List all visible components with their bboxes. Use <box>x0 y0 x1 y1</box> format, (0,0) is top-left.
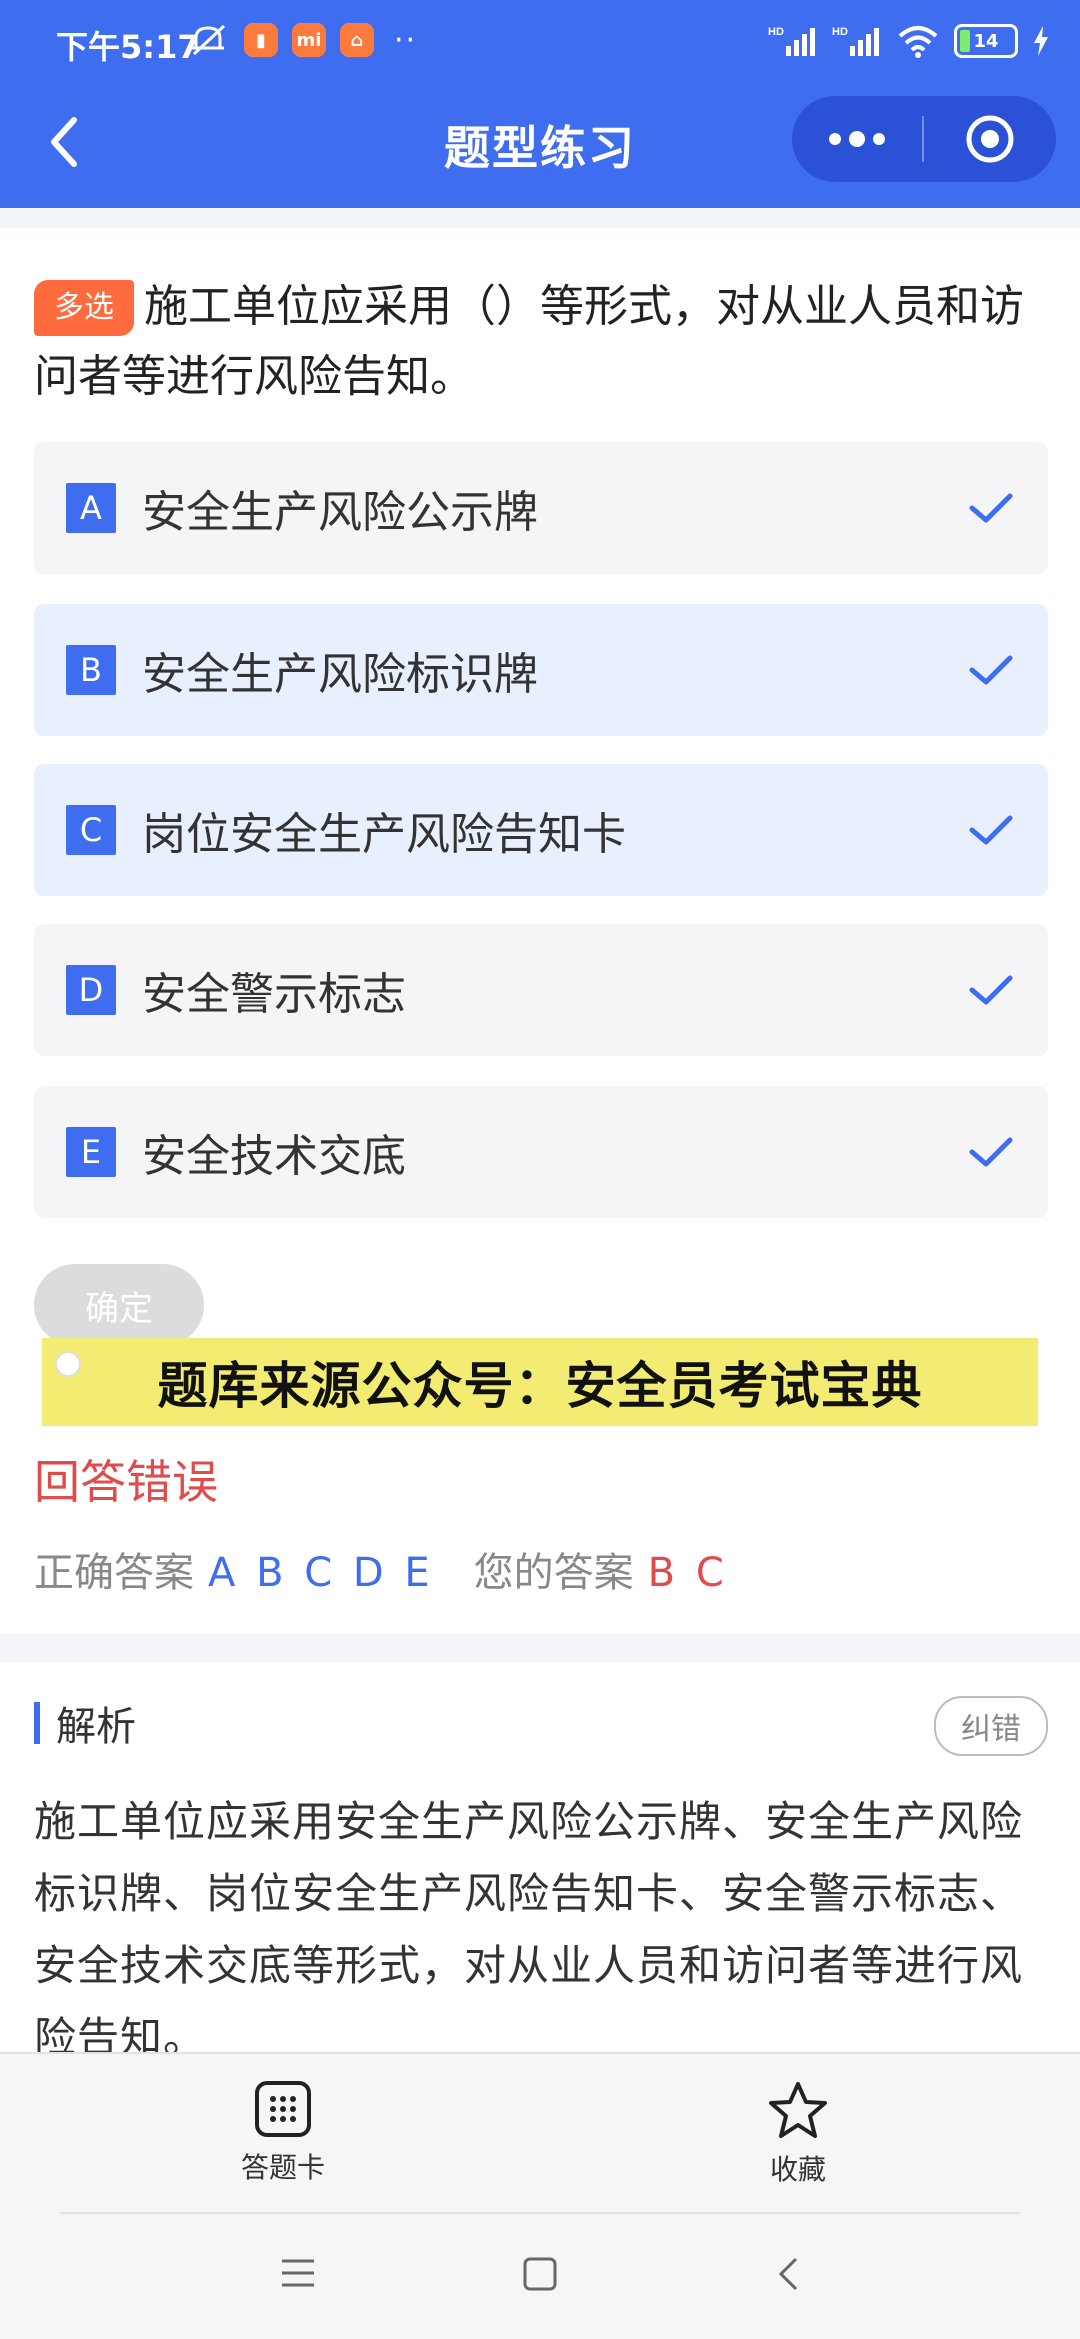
analysis-title: 解析 <box>56 1704 136 1750</box>
option-text: 岗位安全生产风险告知卡 <box>142 809 626 860</box>
analysis-card: 解析 纠错 施工单位应采用安全生产风险公示牌、安全生产风险标识牌、岗位安全生产风… <box>0 1662 1080 2052</box>
check-icon <box>969 655 1013 685</box>
answer-card-button[interactable]: 答题卡 <box>213 2080 353 2186</box>
favorite-label: 收藏 <box>769 2153 826 2186</box>
svg-text:HD: HD <box>768 26 784 38</box>
header: 下午5:17 ▮ mi ⌂ ·· HD HD 14 题型练习 <box>0 0 1080 208</box>
option-letter: E <box>66 1127 116 1177</box>
analysis-text: 施工单位应采用安全生产风险公示牌、安全生产风险标识牌、岗位安全生产风险告知卡、安… <box>34 1797 1024 2052</box>
status-time: 下午5:17 <box>56 28 200 66</box>
close-mini-program-button[interactable] <box>924 96 1056 182</box>
favorite-button[interactable]: 收藏 <box>728 2080 868 2188</box>
option-letter: A <box>66 483 116 533</box>
check-icon <box>969 493 1013 523</box>
your-answer-value: B C <box>647 1550 728 1596</box>
gift-app-icon: ⌂ <box>340 23 374 57</box>
mi-app-icon: mi <box>292 23 326 57</box>
signal-icon-2: HD <box>832 26 879 56</box>
option-letter: B <box>66 645 116 695</box>
confirm-button[interactable]: 确定 <box>34 1264 204 1346</box>
mini-program-capsule <box>792 96 1056 182</box>
more-button[interactable] <box>792 96 922 182</box>
status-right-icons: HD HD 14 <box>768 24 1050 58</box>
star-icon <box>769 2082 827 2138</box>
check-icon <box>969 815 1013 845</box>
clipboard-app-icon: ▮ <box>244 23 278 57</box>
nav-divider <box>60 2212 1020 2214</box>
source-banner: 题库来源公众号：安全员考试宝典 <box>42 1338 1038 1426</box>
bottom-action-bar: 答题卡 收藏 <box>0 2052 1080 2214</box>
option-text: 安全技术交底 <box>142 1131 406 1182</box>
your-answer-label: 您的答案 <box>473 1550 634 1596</box>
analysis-accent-bar <box>34 1702 40 1744</box>
check-icon <box>969 975 1013 1005</box>
system-nav-bar <box>0 2212 1080 2339</box>
report-error-button[interactable]: 纠错 <box>934 1696 1048 1756</box>
home-icon[interactable] <box>522 2256 558 2292</box>
option-letter: D <box>66 965 116 1015</box>
mute-icon <box>192 24 226 56</box>
result-status: 回答错误 <box>34 1455 218 1509</box>
banner-dot-icon <box>50 1346 86 1382</box>
option-d[interactable]: D 安全警示标志 <box>34 924 1048 1056</box>
status-more-dots: ·· <box>394 22 418 58</box>
check-icon <box>969 1137 1013 1167</box>
svg-text:HD: HD <box>832 26 848 38</box>
option-letter: C <box>66 805 116 855</box>
option-a[interactable]: A 安全生产风险公示牌 <box>34 442 1048 574</box>
option-text: 安全生产风险标识牌 <box>142 649 538 700</box>
banner-text: 题库来源公众号：安全员考试宝典 <box>157 1357 923 1415</box>
option-text: 安全生产风险公示牌 <box>142 487 538 538</box>
option-c[interactable]: C 岗位安全生产风险告知卡 <box>34 764 1048 896</box>
option-b[interactable]: B 安全生产风险标识牌 <box>34 604 1048 736</box>
option-text: 安全警示标志 <box>142 969 406 1020</box>
nav-back-icon[interactable] <box>776 2256 800 2292</box>
question-type-tag: 多选 <box>34 280 134 336</box>
battery-icon: 14 <box>954 24 1018 58</box>
correct-answer-value: A B C D E <box>208 1550 434 1596</box>
answer-line: 正确答案 A B C D E 您的答案 B C <box>34 1540 728 1598</box>
grid-icon <box>255 2081 311 2137</box>
charging-icon <box>1034 26 1048 56</box>
option-e[interactable]: E 安全技术交底 <box>34 1086 1048 1218</box>
signal-icon: HD <box>768 26 815 56</box>
battery-level: 14 <box>973 30 999 52</box>
question-stem: 多选 施工单位应采用（）等形式，对从业人员和访问者等进行风险告知。 <box>34 272 1046 412</box>
question-card: 多选 施工单位应采用（）等形式，对从业人员和访问者等进行风险告知。 A 安全生产风… <box>0 228 1080 1634</box>
question-text: 施工单位应采用（）等形式，对从业人员和访问者等进行风险告知。 <box>34 281 1024 402</box>
correct-answer-label: 正确答案 <box>34 1550 194 1596</box>
menu-icon[interactable] <box>280 2256 316 2290</box>
target-close-icon <box>966 115 1014 163</box>
wifi-icon <box>898 26 938 58</box>
more-dots-icon <box>829 131 885 147</box>
answer-card-label: 答题卡 <box>240 2151 325 2184</box>
status-left-icons: ▮ mi ⌂ ·· <box>188 22 417 58</box>
